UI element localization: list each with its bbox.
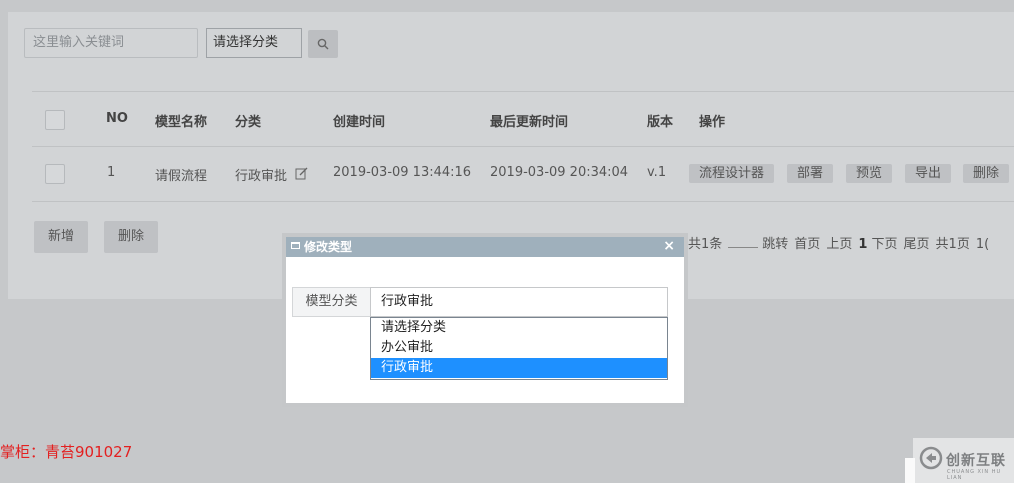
watermark-edge [905, 458, 915, 483]
search-button[interactable] [308, 30, 338, 58]
pager-jump[interactable]: 跳转 [762, 237, 788, 252]
pager-pages: 共1页 [935, 237, 970, 252]
row-version: v.1 [647, 165, 667, 180]
pager-last[interactable]: 尾页 [904, 237, 930, 252]
watermark-logo-icon [919, 446, 943, 470]
option-admin-approval[interactable]: 行政审批 [371, 358, 667, 378]
shopkeeper-text: 掌柜：青苔901027 [0, 443, 133, 461]
col-header-created: 创建时间 [333, 115, 386, 130]
pagination: 共1条 跳转 首页 上页 1 下页 尾页 共1页 1( [688, 233, 995, 252]
watermark-subtext: CHUANG XIN HU LIAN [947, 469, 1002, 481]
search-input[interactable]: 这里输入关键词 [24, 28, 198, 58]
row-category: 行政审批 [235, 169, 288, 184]
select-all-checkbox[interactable] [45, 110, 65, 130]
watermark-text: 创新互联 [946, 453, 1006, 469]
pager-first[interactable]: 首页 [794, 237, 820, 252]
option-please-select[interactable]: 请选择分类 [371, 318, 667, 338]
category-dropdown: 请选择分类 办公审批 行政审批 [370, 317, 668, 380]
row-updated: 2019-03-09 20:34:04 [490, 165, 629, 180]
export-button[interactable]: 导出 [905, 164, 952, 183]
col-header-no: NO [106, 111, 128, 126]
row-created: 2019-03-09 13:44:16 [333, 165, 472, 180]
add-button[interactable]: 新增 [34, 221, 89, 253]
flow-designer-button[interactable]: 流程设计器 [689, 164, 775, 183]
pager-current: 1 [858, 237, 868, 252]
table-top-divider [32, 91, 1014, 92]
model-category-select[interactable]: 行政审批 [370, 287, 668, 317]
table-bottom-divider [32, 201, 1014, 202]
col-header-version: 版本 [647, 115, 674, 130]
dialog-title: 修改类型 [304, 240, 353, 254]
col-header-actions: 操作 [699, 115, 726, 130]
col-header-updated: 最后更新时间 [490, 115, 569, 130]
model-category-label: 模型分类 [292, 287, 370, 317]
col-header-name: 模型名称 [155, 115, 208, 130]
dialog-title-bar[interactable]: 修改类型 × [286, 237, 684, 257]
edit-icon[interactable] [295, 167, 308, 180]
row-name: 请假流程 [155, 169, 208, 184]
col-header-category: 分类 [235, 115, 262, 130]
close-icon[interactable]: × [663, 237, 675, 255]
pager-next[interactable]: 下页 [872, 237, 898, 252]
row-delete-button[interactable]: 删除 [963, 164, 1010, 183]
window-icon [291, 242, 300, 249]
delete-button[interactable]: 删除 [104, 221, 159, 253]
pager-prev[interactable]: 上页 [826, 237, 852, 252]
table-header-divider [32, 146, 1014, 147]
search-icon [317, 38, 329, 50]
option-office-approval[interactable]: 办公审批 [371, 338, 667, 358]
category-select[interactable]: 请选择分类 [206, 28, 302, 58]
edit-type-dialog: 修改类型 × 模型分类 行政审批 请选择分类 办公审批 行政审批 [282, 233, 688, 407]
row-checkbox[interactable] [45, 164, 65, 184]
deploy-button[interactable]: 部署 [787, 164, 834, 183]
row-no: 1 [107, 165, 116, 180]
pager-jump-input[interactable] [728, 237, 759, 248]
watermark: 创新互联 CHUANG XIN HU LIAN [905, 438, 1014, 483]
preview-button[interactable]: 预览 [846, 164, 893, 183]
pager-total: 共1条 [688, 237, 723, 252]
pager-tail: 1( [975, 237, 990, 252]
